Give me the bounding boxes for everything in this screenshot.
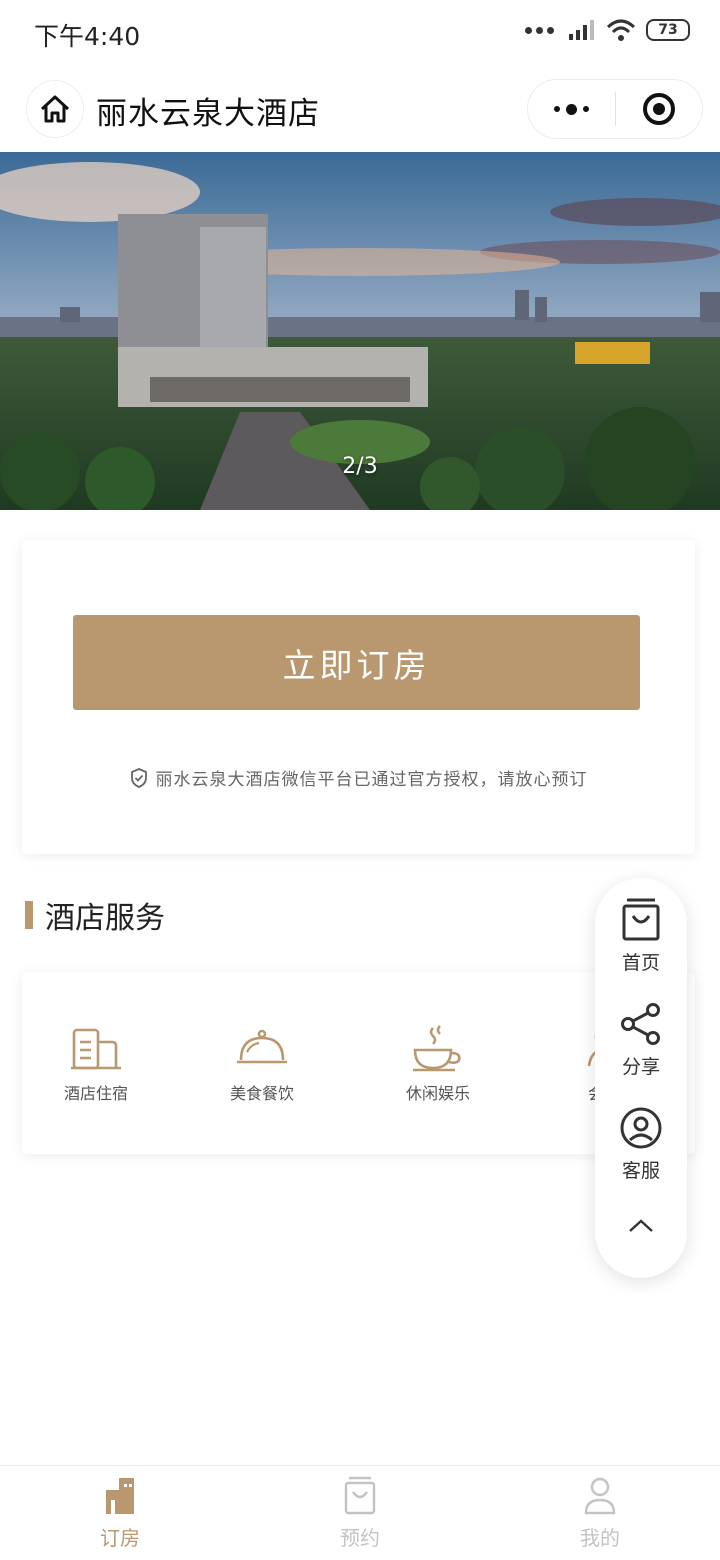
bottom-tab-bar: 订房 预约 我的 — [0, 1465, 720, 1560]
service-dining[interactable]: 美食餐饮 — [197, 1024, 327, 1104]
service-label: 酒店住宿 — [63, 1084, 128, 1103]
signal-icon — [569, 20, 594, 40]
user-icon — [584, 1477, 616, 1515]
tab-label: 预约 — [340, 1526, 380, 1550]
float-item-label: 首页 — [621, 952, 660, 974]
home-button[interactable] — [26, 80, 84, 138]
float-item-label: 分享 — [621, 1056, 660, 1078]
dining-cloche-icon — [237, 1029, 287, 1064]
service-label: 休闲娱乐 — [405, 1084, 470, 1103]
building-icon — [106, 1478, 134, 1514]
target-icon — [642, 93, 675, 125]
carousel-pager: 2/3 — [342, 454, 378, 479]
authorization-text: 丽水云泉大酒店微信平台已通过官方授权，请放心预订 — [155, 770, 588, 790]
home-icon — [40, 95, 70, 123]
service-hotel-stay[interactable]: 酒店住宿 — [31, 1024, 161, 1104]
booking-card: 立即订房 丽水云泉大酒店微信平台已通过官方授权，请放心预订 — [22, 540, 695, 854]
service-leisure[interactable]: 休闲娱乐 — [373, 1024, 503, 1104]
hotel-building-icon — [71, 1028, 121, 1070]
float-share-button[interactable]: 分享 — [595, 1002, 687, 1079]
page: 下午4:40 73 丽水云泉大酒店 2/3 立即订房 丽水云泉大酒店微信平台已通… — [0, 0, 720, 1560]
battery-indicator: 73 — [646, 19, 690, 41]
nav-bar: 丽水云泉大酒店 — [0, 66, 720, 152]
shield-check-icon — [130, 767, 147, 788]
services-section-header: 酒店服务 — [25, 895, 165, 936]
bag-home-icon — [622, 898, 660, 941]
coffee-cup-icon — [413, 1025, 461, 1072]
float-home-button[interactable]: 首页 — [595, 898, 687, 975]
tab-reservation[interactable]: 预约 — [300, 1476, 420, 1551]
wifi-icon — [606, 19, 636, 41]
close-mini-program-button[interactable] — [616, 80, 703, 138]
status-time: 下午4:40 — [34, 22, 141, 51]
page-title: 丽水云泉大酒店 — [96, 96, 320, 132]
tab-label: 我的 — [580, 1526, 620, 1550]
status-icons: 73 — [525, 18, 690, 42]
mini-program-capsule — [527, 79, 703, 139]
book-now-button[interactable]: 立即订房 — [73, 615, 640, 710]
collapse-panel-button[interactable] — [595, 1218, 687, 1238]
chevron-up-icon — [629, 1219, 653, 1232]
float-customer-service-button[interactable]: 客服 — [595, 1106, 687, 1183]
section-title: 酒店服务 — [45, 901, 165, 936]
more-menu-button[interactable] — [528, 80, 615, 138]
customer-service-icon — [620, 1107, 662, 1149]
hotel-banner-carousel[interactable]: 2/3 — [0, 152, 720, 510]
status-bar: 下午4:40 73 — [0, 0, 720, 66]
authorization-notice: 丽水云泉大酒店微信平台已通过官方授权，请放心预订 — [22, 765, 695, 790]
share-icon — [621, 1003, 660, 1045]
tab-mine[interactable]: 我的 — [540, 1476, 660, 1551]
float-item-label: 客服 — [621, 1160, 660, 1182]
service-label: 美食餐饮 — [229, 1084, 294, 1103]
floating-quick-panel: 首页 分享 客服 — [595, 878, 687, 1278]
bag-icon — [344, 1476, 376, 1515]
more-indicator-icon — [525, 26, 554, 34]
more-dots-icon — [553, 103, 589, 115]
tab-booking[interactable]: 订房 — [60, 1476, 180, 1551]
section-accent-bar — [25, 901, 33, 929]
tab-label: 订房 — [100, 1526, 140, 1550]
